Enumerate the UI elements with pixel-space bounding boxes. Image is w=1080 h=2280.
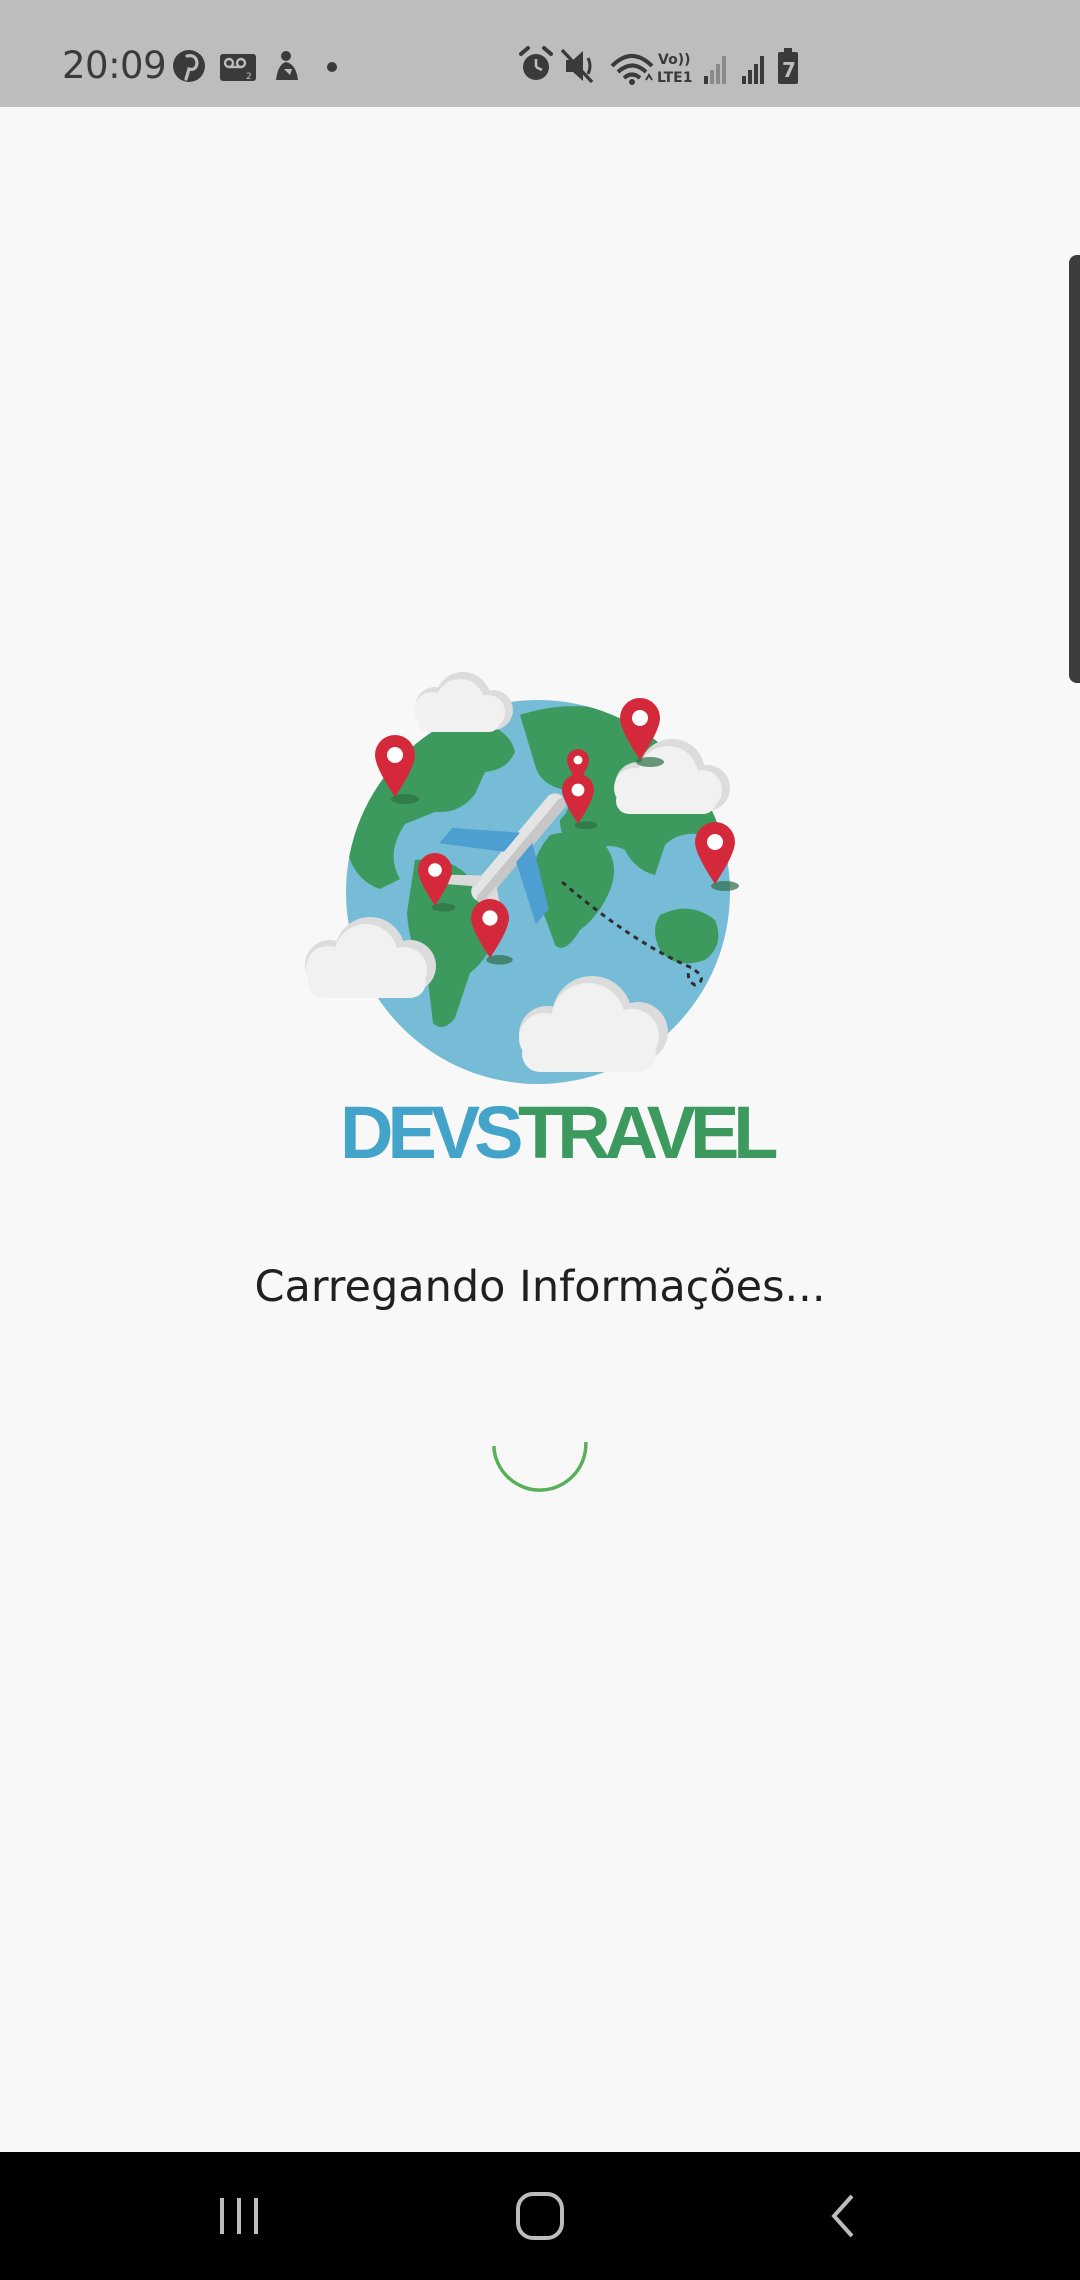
brand-travel: TRAVEL <box>518 1091 776 1174</box>
recent-apps-icon <box>220 2198 258 2234</box>
battery-level: 7 <box>782 58 796 82</box>
status-right-icons: Vo)) LTE1 7 <box>519 46 798 86</box>
svg-text:2: 2 <box>246 72 252 82</box>
status-bar: 20:09 2 Vo)) LTE1 7 <box>0 0 1080 107</box>
pinterest-icon <box>173 50 205 82</box>
devstravel-logo: DEVS TRAVEL <box>305 672 780 1174</box>
volte-icon: Vo)) LTE1 <box>657 52 692 86</box>
signal-icon <box>742 56 764 84</box>
home-button[interactable] <box>440 2152 640 2280</box>
loading-spinner <box>492 1441 588 1492</box>
loading-message: Carregando Informações... <box>254 1262 826 1312</box>
edge-panel-handle[interactable] <box>1069 255 1080 683</box>
navigation-bar <box>0 2152 1080 2280</box>
volte-label-top: Vo)) <box>658 52 690 68</box>
back-button[interactable] <box>744 2152 944 2280</box>
dot-icon <box>327 62 337 72</box>
voicemail-icon: 2 <box>220 54 256 82</box>
volte-label-bottom: LTE1 <box>657 70 692 86</box>
back-icon <box>831 2194 854 2238</box>
wifi-icon <box>610 54 654 85</box>
brand-devs: DEVS <box>340 1091 521 1174</box>
home-icon <box>516 2192 564 2240</box>
brand-wordmark: DEVS TRAVEL <box>340 1091 780 1174</box>
signal-icon <box>704 56 726 84</box>
status-left-icons: 2 <box>173 50 337 82</box>
alarm-icon <box>519 46 553 80</box>
shopping-bag-icon <box>276 51 298 80</box>
battery-icon: 7 <box>778 48 798 84</box>
mute-icon <box>560 48 594 84</box>
recent-apps-button[interactable] <box>140 2152 340 2280</box>
status-time: 20:09 <box>62 44 167 87</box>
